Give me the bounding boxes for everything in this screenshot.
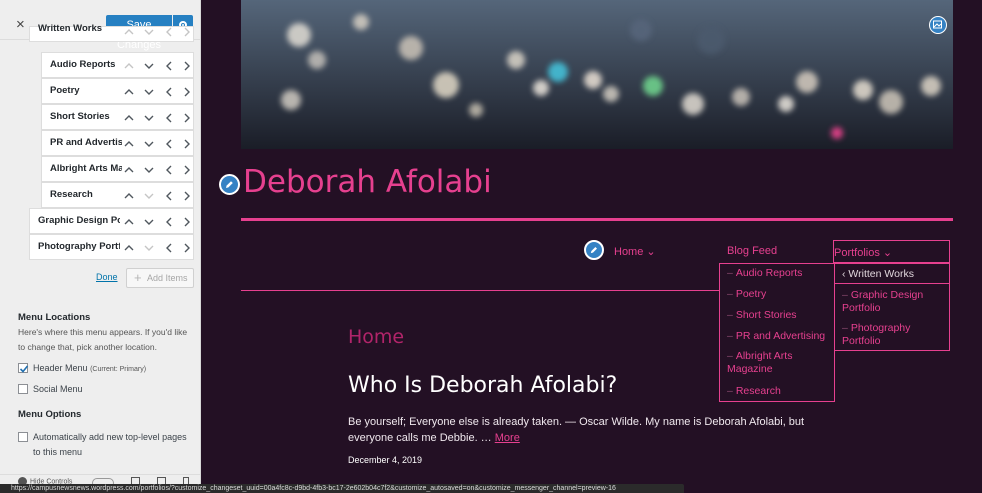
move-right-icon[interactable] xyxy=(180,161,194,177)
move-up-icon[interactable] xyxy=(122,239,136,255)
move-up-icon[interactable] xyxy=(122,83,136,99)
edit-menu-icon[interactable] xyxy=(584,240,604,260)
submenu-back-written-works[interactable]: ‹ Written Works xyxy=(835,264,949,284)
menu-item-label: Photography Portfolio xyxy=(38,241,120,252)
move-down-icon[interactable] xyxy=(142,187,156,203)
submenu-item-photography-portfolio[interactable]: – Photography Portfolio xyxy=(842,322,946,348)
add-items-button[interactable]: + Add Items xyxy=(126,268,194,288)
menu-locations-title: Menu Locations xyxy=(18,312,91,323)
move-down-icon[interactable] xyxy=(142,57,156,73)
menu-item-label: Audio Reports xyxy=(50,59,116,70)
menu-locations-description: Here's where this menu appears. If you'd… xyxy=(18,327,188,352)
nav-item-home[interactable]: Home ⌄ xyxy=(614,245,656,258)
submenu-item-research[interactable]: – Research xyxy=(727,385,831,398)
header-image xyxy=(241,0,953,149)
move-up-icon[interactable] xyxy=(122,161,136,177)
menu-item[interactable]: Graphic Design Portfolio xyxy=(29,208,194,234)
plus-icon: + xyxy=(134,270,142,285)
submenu-item-short-stories[interactable]: – Short Stories xyxy=(727,309,831,322)
move-up-icon[interactable] xyxy=(122,109,136,125)
move-left-icon[interactable] xyxy=(162,161,176,177)
move-up-icon[interactable] xyxy=(122,213,136,229)
move-right-icon[interactable] xyxy=(180,23,194,39)
menu-item-label: Graphic Design Portfolio xyxy=(38,215,120,226)
auto-add-pages-label: Automatically add new top-level pages to… xyxy=(33,432,187,457)
move-left-icon[interactable] xyxy=(162,213,176,229)
title-divider xyxy=(241,218,953,221)
move-down-icon[interactable] xyxy=(142,161,156,177)
move-right-icon[interactable] xyxy=(180,239,194,255)
menu-item-label: Short Stories xyxy=(50,111,110,122)
page-heading: Home xyxy=(348,326,405,348)
nav-item-blog-feed[interactable]: Blog Feed xyxy=(727,245,777,257)
site-title[interactable]: Deborah Afolabi xyxy=(243,164,492,200)
menu-item-label: Written Works xyxy=(38,23,103,34)
move-up-icon[interactable] xyxy=(122,57,136,73)
move-right-icon[interactable] xyxy=(180,135,194,151)
submenu-item-audio-reports[interactable]: – Audio Reports xyxy=(727,267,831,280)
menu-item[interactable]: Poetry xyxy=(41,78,194,104)
edit-header-image-icon[interactable] xyxy=(929,16,947,34)
move-down-icon[interactable] xyxy=(142,213,156,229)
move-left-icon[interactable] xyxy=(162,187,176,203)
menu-item[interactable]: Photography Portfolio xyxy=(29,234,194,260)
move-up-icon[interactable] xyxy=(122,23,136,39)
move-left-icon[interactable] xyxy=(162,239,176,255)
move-left-icon[interactable] xyxy=(162,57,176,73)
close-icon[interactable]: × xyxy=(16,17,25,33)
menu-item[interactable]: Short Stories xyxy=(41,104,194,130)
move-down-icon[interactable] xyxy=(142,239,156,255)
menu-item-label: Albright Arts Magazine xyxy=(50,163,122,174)
move-left-icon[interactable] xyxy=(162,109,176,125)
move-down-icon[interactable] xyxy=(142,135,156,151)
edit-site-title-icon[interactable] xyxy=(219,174,240,195)
submenu-written-works: – Audio Reports – Poetry – Short Stories – P… xyxy=(719,263,835,402)
social-menu-checkbox[interactable] xyxy=(18,384,28,394)
move-left-icon[interactable] xyxy=(162,83,176,99)
submenu-item-pr-and-advertising[interactable]: – PR and Advertising xyxy=(727,330,831,343)
post-date: December 4, 2019 xyxy=(348,455,423,465)
more-link[interactable]: More xyxy=(495,432,520,444)
menu-item[interactable]: Written Works xyxy=(29,23,194,42)
move-left-icon[interactable] xyxy=(162,23,176,39)
move-right-icon[interactable] xyxy=(180,109,194,125)
menu-item-label: PR and Advertising xyxy=(50,137,122,148)
customizer-sidebar: × Save Changes Written Works Audio Report… xyxy=(0,0,201,493)
header-menu-label: Header Menu (Current: Primary) xyxy=(33,363,147,373)
menu-item[interactable]: Research xyxy=(41,182,194,208)
status-bar-url: https://campusnewsnews.wordpress.com/por… xyxy=(0,484,684,493)
submenu-portfolios: ‹ Written Works – Graphic Design Portfoli… xyxy=(834,263,950,351)
menu-options-title: Menu Options xyxy=(18,409,82,420)
move-down-icon[interactable] xyxy=(142,23,156,39)
move-left-icon[interactable] xyxy=(162,135,176,151)
move-up-icon[interactable] xyxy=(122,135,136,151)
menu-item[interactable]: Albright Arts Magazine xyxy=(41,156,194,182)
move-right-icon[interactable] xyxy=(180,213,194,229)
social-menu-label: Social Menu xyxy=(33,384,83,394)
post-excerpt: Be yourself; Everyone else is already ta… xyxy=(348,416,805,444)
move-down-icon[interactable] xyxy=(142,109,156,125)
nav-portfolios-label: Portfolios ⌄ xyxy=(834,247,893,259)
header-menu-checkbox[interactable] xyxy=(18,363,29,373)
submenu-item-albright-arts-magazine[interactable]: – Albright Arts Magazine xyxy=(727,350,821,376)
move-up-icon[interactable] xyxy=(122,187,136,203)
submenu-item-poetry[interactable]: – Poetry xyxy=(727,288,831,301)
menu-item[interactable]: Audio Reports xyxy=(41,52,194,78)
post-title[interactable]: Who Is Deborah Afolabi? xyxy=(348,373,617,398)
menu-item-label: Research xyxy=(50,189,93,200)
menu-item-label: Poetry xyxy=(50,85,80,96)
nav-item-portfolios[interactable]: Portfolios ⌄ xyxy=(833,240,950,263)
auto-add-pages-checkbox[interactable] xyxy=(18,432,28,442)
move-right-icon[interactable] xyxy=(180,187,194,203)
move-right-icon[interactable] xyxy=(180,83,194,99)
add-items-label: Add Items xyxy=(147,273,188,283)
menu-item[interactable]: PR and Advertising xyxy=(41,130,194,156)
done-link[interactable]: Done xyxy=(96,272,118,282)
submenu-item-graphic-design-portfolio[interactable]: – Graphic Design Portfolio xyxy=(842,289,946,315)
move-down-icon[interactable] xyxy=(142,83,156,99)
move-right-icon[interactable] xyxy=(180,57,194,73)
site-preview: Deborah Afolabi Home ⌄ Blog Feed Portfol… xyxy=(201,0,982,493)
